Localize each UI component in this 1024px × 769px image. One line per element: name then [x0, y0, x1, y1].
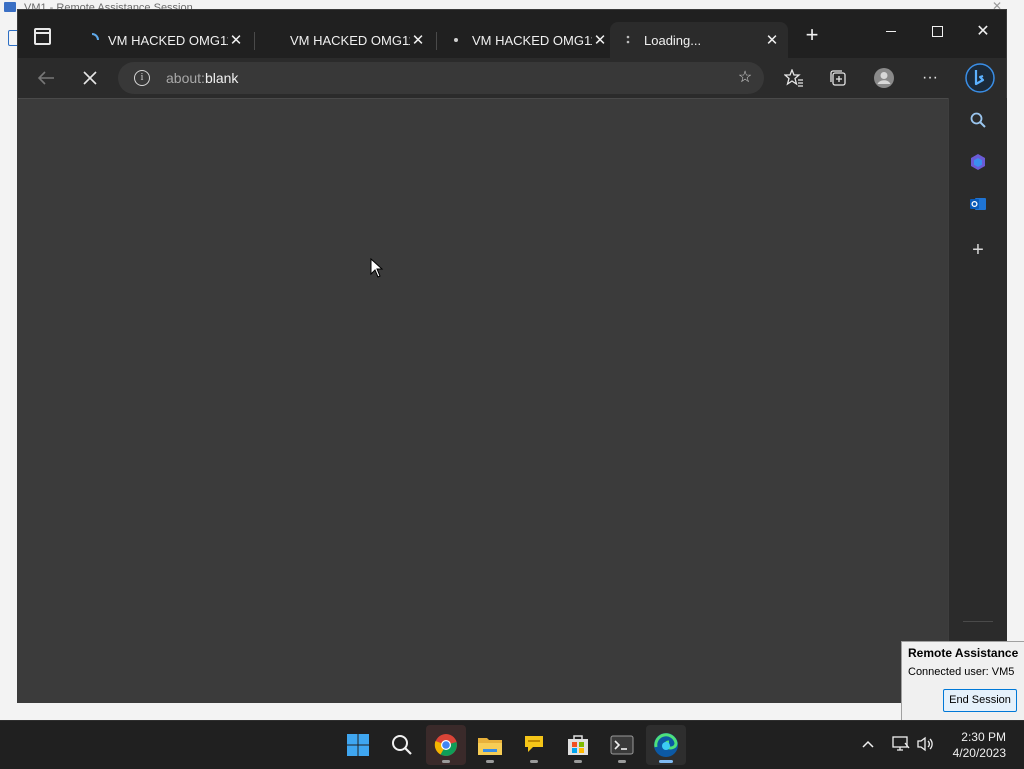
- edge-sidebar: +: [948, 98, 1007, 702]
- tab-close-icon[interactable]: ✕: [764, 32, 780, 49]
- tab-actions-button[interactable]: [30, 24, 54, 48]
- volume-icon[interactable]: [916, 736, 934, 755]
- add-favorite-icon[interactable]: ☆: [736, 69, 754, 87]
- new-tab-button[interactable]: +: [800, 24, 824, 48]
- collections-button[interactable]: [826, 66, 850, 90]
- tab-title: VM HACKED OMG111: [290, 32, 410, 48]
- chrome-icon[interactable]: [426, 725, 466, 765]
- remote-assistance-app-icon: [4, 2, 16, 12]
- page-content-area[interactable]: [18, 98, 948, 703]
- feedback-icon[interactable]: [514, 725, 554, 765]
- end-session-button[interactable]: End Session: [943, 689, 1017, 712]
- edge-browser-window: VM HACKED OMG111 ✕ VM HACKED OMG111 ✕ VM…: [18, 10, 1007, 703]
- minimize-icon: [886, 31, 896, 33]
- tab-2[interactable]: VM HACKED OMG111 ✕: [256, 22, 434, 58]
- url-scheme: about:: [166, 70, 205, 86]
- sidebar-divider: [963, 621, 993, 622]
- show-hidden-icons-chevron-up-icon[interactable]: [862, 735, 874, 751]
- site-info-icon[interactable]: i: [134, 70, 150, 86]
- tab-close-icon[interactable]: ✕: [228, 32, 244, 49]
- remote-assistance-panel: Remote Assistance Connected user: VM5 En…: [901, 641, 1024, 721]
- remote-assistance-title: Remote Assistance: [908, 646, 1019, 660]
- tab-4[interactable]: Loading... ✕: [610, 22, 788, 58]
- tab-actions-icon: [33, 27, 51, 45]
- tab-title: VM HACKED OMG111: [472, 32, 592, 48]
- more-options-button[interactable]: ···: [918, 66, 942, 90]
- add-icon[interactable]: +: [968, 239, 988, 261]
- clock-date: 4/20/2023: [952, 746, 1006, 760]
- close-window-button[interactable]: ✕: [960, 18, 1006, 46]
- clock-time: 2:30 PM: [961, 730, 1006, 744]
- running-indicator: [659, 760, 673, 763]
- store-icon[interactable]: [558, 725, 598, 765]
- start-icon[interactable]: [338, 725, 378, 765]
- tab-close-icon[interactable]: ✕: [410, 32, 426, 49]
- running-indicator: [618, 760, 626, 763]
- tab-divider: [436, 32, 437, 50]
- search-icon[interactable]: [968, 110, 988, 130]
- terminal-icon[interactable]: [602, 725, 642, 765]
- loading-spinner-icon: [84, 32, 100, 48]
- dot-icon: [448, 32, 464, 48]
- running-indicator: [442, 760, 450, 763]
- tab-1[interactable]: VM HACKED OMG111 ✕: [74, 22, 252, 58]
- running-indicator: [486, 760, 494, 763]
- tab-3[interactable]: VM HACKED OMG111 ✕: [438, 22, 616, 58]
- profile-button[interactable]: [872, 66, 896, 90]
- running-indicator: [530, 760, 538, 763]
- copilot-icon[interactable]: [968, 152, 988, 172]
- file-explorer-icon[interactable]: [470, 725, 510, 765]
- system-clock[interactable]: 2:30 PM 4/20/2023: [944, 729, 1006, 761]
- maximize-button[interactable]: [914, 18, 960, 46]
- tab-divider: [254, 32, 255, 50]
- navigation-toolbar: i about:blank ☆ ···: [18, 58, 1006, 98]
- favorites-button[interactable]: [782, 66, 806, 90]
- blank-favicon: [266, 32, 282, 48]
- minimize-button[interactable]: [868, 18, 914, 46]
- running-indicator: [574, 760, 582, 763]
- url-host: blank: [204, 70, 239, 86]
- mouse-cursor-icon: [370, 257, 384, 283]
- back-button[interactable]: [34, 66, 58, 90]
- address-bar[interactable]: i about:blank ☆: [118, 62, 764, 94]
- network-icon[interactable]: [892, 736, 910, 755]
- tab-strip: VM HACKED OMG111 ✕ VM HACKED OMG111 ✕ VM…: [18, 10, 1006, 58]
- connected-user-text: Connected user: VM5: [908, 666, 1014, 678]
- maximize-icon: [931, 26, 943, 38]
- outlook-icon[interactable]: [968, 194, 988, 214]
- stop-loading-button[interactable]: [78, 66, 102, 90]
- taskbar: 2:30 PM 4/20/2023: [0, 720, 1024, 769]
- loading-spinner-icon: [620, 32, 636, 48]
- tab-title: VM HACKED OMG111: [108, 32, 228, 48]
- address-url[interactable]: about:blank: [166, 70, 238, 86]
- connected-user-name: VM5: [991, 666, 1015, 678]
- tab-close-icon[interactable]: ✕: [592, 32, 608, 49]
- search-icon[interactable]: [382, 725, 422, 765]
- connected-user-label: Connected user:: [908, 666, 989, 678]
- edge-icon[interactable]: [646, 725, 686, 765]
- tab-title: Loading...: [644, 32, 702, 48]
- bing-icon[interactable]: [964, 62, 996, 94]
